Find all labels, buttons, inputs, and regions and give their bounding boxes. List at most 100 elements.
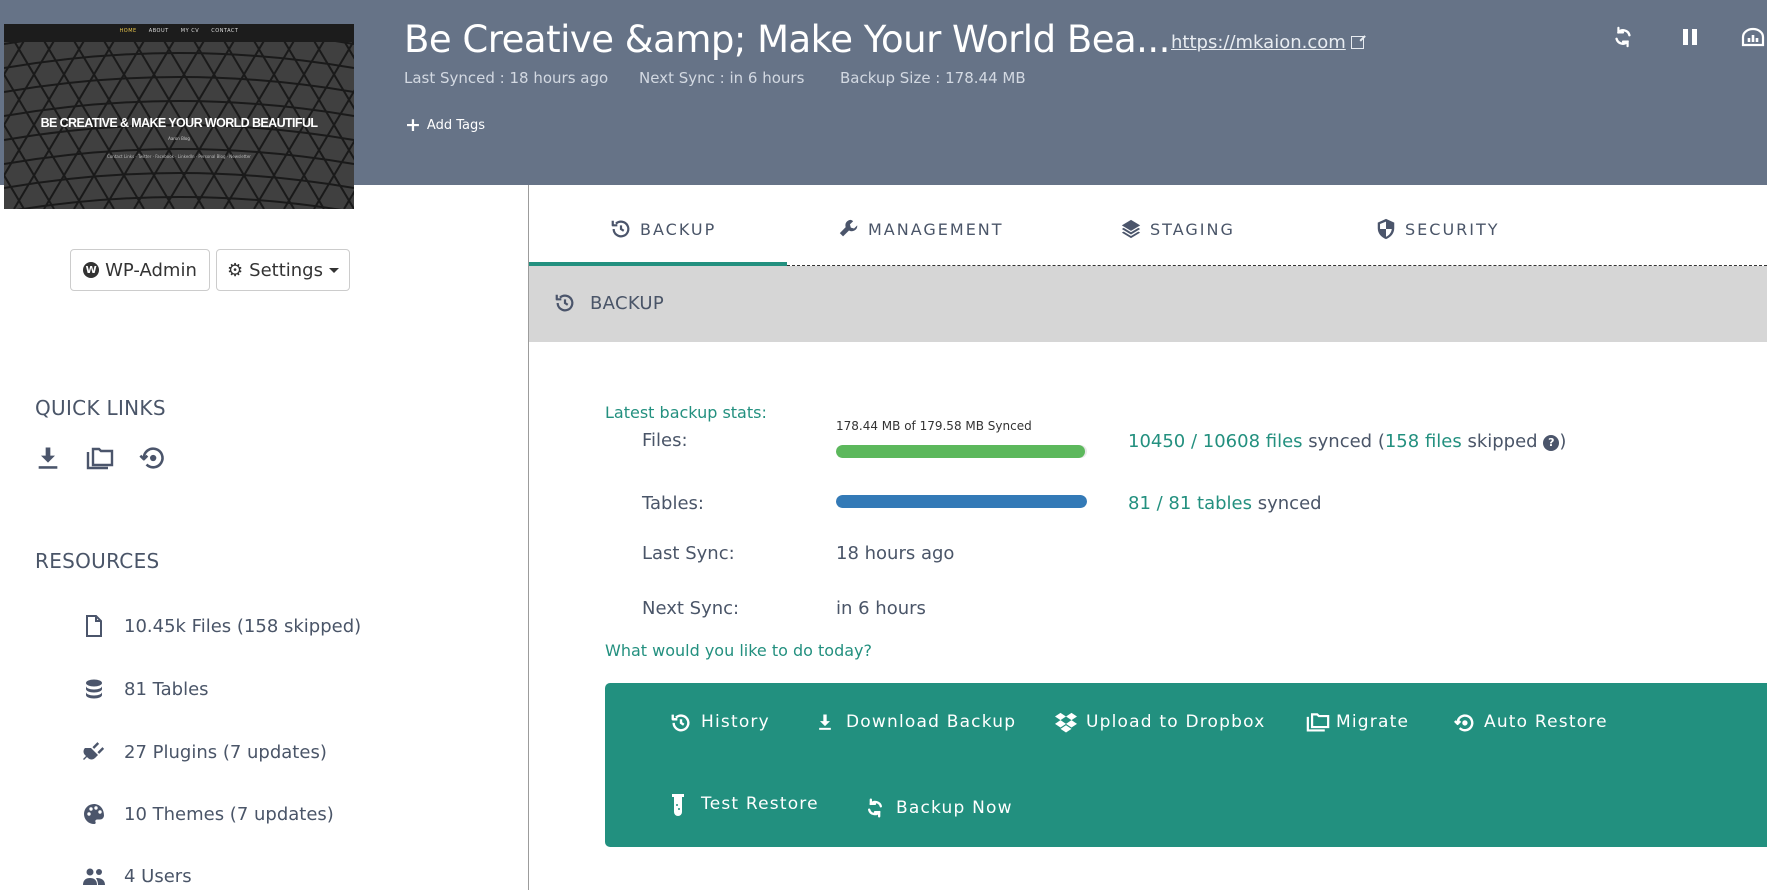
- upload-to-dropbox-label: Upload to Dropbox: [1086, 712, 1266, 732]
- tab-management-label: MANAGEMENT: [868, 219, 1004, 239]
- history-icon: [610, 218, 632, 240]
- download-icon[interactable]: [34, 444, 64, 474]
- help-icon[interactable]: ?: [1543, 434, 1560, 451]
- backup-now-label: Backup Now: [896, 798, 1013, 818]
- gear-icon: ⚙: [227, 259, 244, 281]
- auto-restore-button[interactable]: Auto Restore: [1453, 711, 1608, 733]
- thumbnail-nav-item: HOME: [119, 28, 137, 34]
- layers-icon: [1120, 218, 1142, 240]
- thumbnail-nav-item: MY CV: [180, 28, 200, 34]
- upload-to-dropbox-button[interactable]: Upload to Dropbox: [1055, 711, 1265, 733]
- files-skipped-suffix: skipped: [1461, 431, 1544, 452]
- resource-themes[interactable]: 10 Themes (7 updates): [82, 799, 334, 829]
- last-sync-label: Last Sync:: [642, 543, 735, 564]
- history-button[interactable]: History: [670, 711, 770, 733]
- resource-users[interactable]: 4 Users: [82, 861, 192, 891]
- tables-label: Tables:: [642, 493, 704, 514]
- files-progress-caption: 178.44 MB of 179.58 MB Synced: [836, 419, 1032, 433]
- wp-admin-button[interactable]: W WP-Admin: [70, 249, 210, 291]
- tables-synced-suffix: synced: [1252, 493, 1322, 514]
- auto-restore-label: Auto Restore: [1484, 712, 1608, 732]
- resources-title: RESOURCES: [35, 549, 160, 573]
- stats-heading: Latest backup stats:: [605, 403, 767, 422]
- files-label: Files:: [642, 430, 688, 451]
- dashboard-icon[interactable]: [1740, 24, 1766, 50]
- resource-plugins-label: 27 Plugins (7 updates): [124, 741, 327, 763]
- download-backup-button[interactable]: Download Backup: [815, 711, 1016, 733]
- resource-plugins[interactable]: 27 Plugins (7 updates): [82, 737, 327, 767]
- sync-icon: [865, 797, 887, 819]
- tab-backup-label: BACKUP: [640, 219, 717, 239]
- files-close-paren: ): [1559, 431, 1567, 452]
- tab-staging[interactable]: STAGING: [1120, 204, 1235, 254]
- thumbnail-nav-item: CONTACT: [211, 28, 239, 34]
- tab-management[interactable]: MANAGEMENT: [838, 204, 1004, 254]
- backup-now-button[interactable]: Backup Now: [865, 797, 1013, 819]
- next-sync-value: in 6 hours: [836, 598, 926, 619]
- last-synced-meta: Last Synced : 18 hours ago: [404, 69, 609, 87]
- shield-icon: [1375, 218, 1397, 240]
- resource-tables[interactable]: 81 Tables: [82, 674, 209, 704]
- actions-prompt: What would you like to do today?: [605, 641, 872, 660]
- thumbnail-hero-text: BE CREATIVE & MAKE YOUR WORLD BEAUTIFUL: [40, 116, 318, 130]
- next-sync-label: Next Sync:: [642, 598, 740, 619]
- tables-progress-bar: [836, 495, 1087, 508]
- tab-staging-label: STAGING: [1150, 219, 1235, 239]
- database-icon: [82, 677, 106, 701]
- resource-files-label: 10.45k Files (158 skipped): [124, 615, 362, 637]
- add-tags-label: Add Tags: [426, 118, 486, 133]
- tables-synced-count[interactable]: 81 / 81 tables: [1128, 493, 1252, 514]
- history-icon: [670, 711, 692, 733]
- site-url-text: https://mkaion.com: [1171, 32, 1346, 53]
- folders-icon: [1305, 711, 1330, 733]
- files-synced-suffix: synced (: [1302, 431, 1385, 452]
- settings-label: Settings: [249, 259, 323, 281]
- history-label: History: [701, 712, 770, 732]
- resource-users-label: 4 Users: [124, 865, 192, 887]
- next-sync-meta: Next Sync : in 6 hours: [639, 69, 805, 87]
- files-progress-fill: [836, 445, 1086, 458]
- sync-icon[interactable]: [1610, 24, 1636, 50]
- migrate-label: Migrate: [1336, 712, 1410, 732]
- tab-security[interactable]: SECURITY: [1375, 204, 1500, 254]
- last-sync-value: 18 hours ago: [836, 543, 955, 564]
- file-icon: [82, 614, 106, 638]
- thumbnail-nav: HOME ABOUT MY CV CONTACT: [4, 28, 354, 34]
- tab-security-label: SECURITY: [1405, 219, 1500, 239]
- backup-actions-panel: History Download Backup Upload to Dropbo…: [605, 683, 1767, 847]
- folders-icon[interactable]: [85, 444, 115, 474]
- wp-admin-label: WP-Admin: [105, 259, 197, 281]
- tables-progress-fill: [836, 495, 1087, 508]
- site-title: Be Creative &amp; Make Your World Bea...: [404, 18, 1170, 61]
- history-icon: [554, 292, 576, 314]
- download-icon: [815, 711, 837, 733]
- palette-icon: [82, 802, 106, 826]
- thumbnail-social-text: Contact Links · Twitter · Facebook · Lin…: [107, 154, 251, 159]
- settings-dropdown[interactable]: ⚙ Settings: [216, 249, 350, 291]
- restore-icon[interactable]: [138, 444, 168, 474]
- resource-tables-label: 81 Tables: [124, 678, 209, 700]
- thumbnail-nav-item: ABOUT: [148, 28, 169, 34]
- download-backup-label: Download Backup: [846, 712, 1017, 732]
- plus-icon: +: [405, 114, 421, 136]
- test-tube-icon: [670, 793, 692, 816]
- tab-backup[interactable]: BACKUP: [610, 204, 716, 254]
- resource-files[interactable]: 10.45k Files (158 skipped): [82, 611, 361, 641]
- files-synced-count[interactable]: 10450 / 10608 files: [1128, 431, 1303, 452]
- backup-size-meta: Backup Size : 178.44 MB: [840, 69, 1026, 87]
- migrate-button[interactable]: Migrate: [1305, 711, 1409, 733]
- wordpress-icon: W: [83, 262, 100, 278]
- section-header: BACKUP: [529, 266, 1767, 342]
- users-icon: [82, 864, 106, 888]
- test-restore-button[interactable]: Test Restore: [670, 793, 819, 816]
- site-thumbnail[interactable]: HOME ABOUT MY CV CONTACT BE CREATIVE & M…: [4, 24, 354, 209]
- tables-sync-status: 81 / 81 tables synced: [1128, 493, 1322, 514]
- restore-icon: [1453, 711, 1475, 733]
- plug-icon: [82, 740, 106, 764]
- pause-icon[interactable]: [1677, 24, 1703, 50]
- section-title: BACKUP: [590, 293, 665, 314]
- files-skipped-link[interactable]: 158 files: [1385, 431, 1462, 452]
- site-url-link[interactable]: https://mkaion.com: [1171, 32, 1364, 53]
- files-progress-bar: [836, 445, 1087, 458]
- add-tags-button[interactable]: + Add Tags: [405, 116, 485, 135]
